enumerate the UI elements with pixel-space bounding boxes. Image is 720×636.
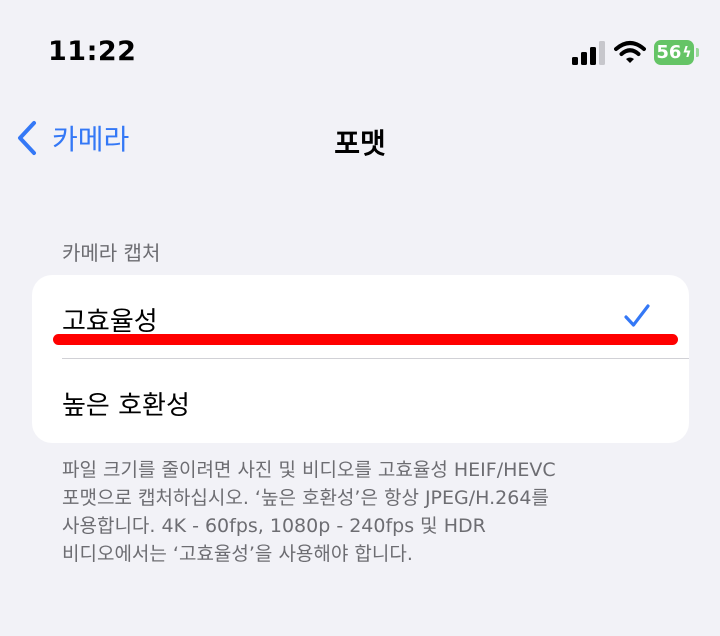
option-most-compatible-label: 높은 호환성 — [62, 391, 190, 421]
section-header-camera-capture: 카메라 캡처 — [62, 241, 161, 265]
footer-line: 파일 크기를 줄이려면 사진 및 비디오를 고효율성 HEIF/HEVC — [62, 459, 556, 481]
option-most-compatible[interactable]: 높은 호환성 — [32, 359, 689, 443]
checkmark-icon — [624, 304, 650, 327]
cellular-signal-icon — [572, 41, 605, 65]
format-options-list: 고효율성 높은 호환성 — [32, 275, 689, 443]
navigation-bar: 카메라 포맷 — [0, 108, 720, 168]
battery-indicator: 56 ϟ — [654, 40, 699, 65]
red-highlight-underline — [53, 334, 678, 345]
battery-level: 56 — [656, 42, 682, 63]
option-high-efficiency-label: 고효율성 — [62, 307, 158, 337]
page-title: 포맷 — [334, 127, 386, 160]
status-bar: 11:22 56 ϟ — [0, 0, 720, 100]
status-time: 11:22 — [48, 36, 137, 67]
battery-body: 56 ϟ — [654, 40, 694, 65]
footer-description: 파일 크기를 줄이려면 사진 및 비디오를 고효율성 HEIF/HEVC 포맷으… — [62, 456, 662, 568]
footer-line: 사용합니다. 4K - 60fps, 1080p - 240fps 및 HDR — [62, 515, 486, 537]
footer-line: 비디오에서는 ‘고효율성’을 사용해야 합니다. — [62, 543, 413, 565]
option-high-efficiency[interactable]: 고효율성 — [32, 275, 689, 359]
charging-bolt-icon: ϟ — [682, 44, 692, 61]
battery-cap — [696, 48, 699, 57]
wifi-icon — [614, 41, 646, 63]
footer-line: 포맷으로 캡처하십시오. ‘높은 호환성’은 항상 JPEG/H.264를 — [62, 487, 549, 509]
